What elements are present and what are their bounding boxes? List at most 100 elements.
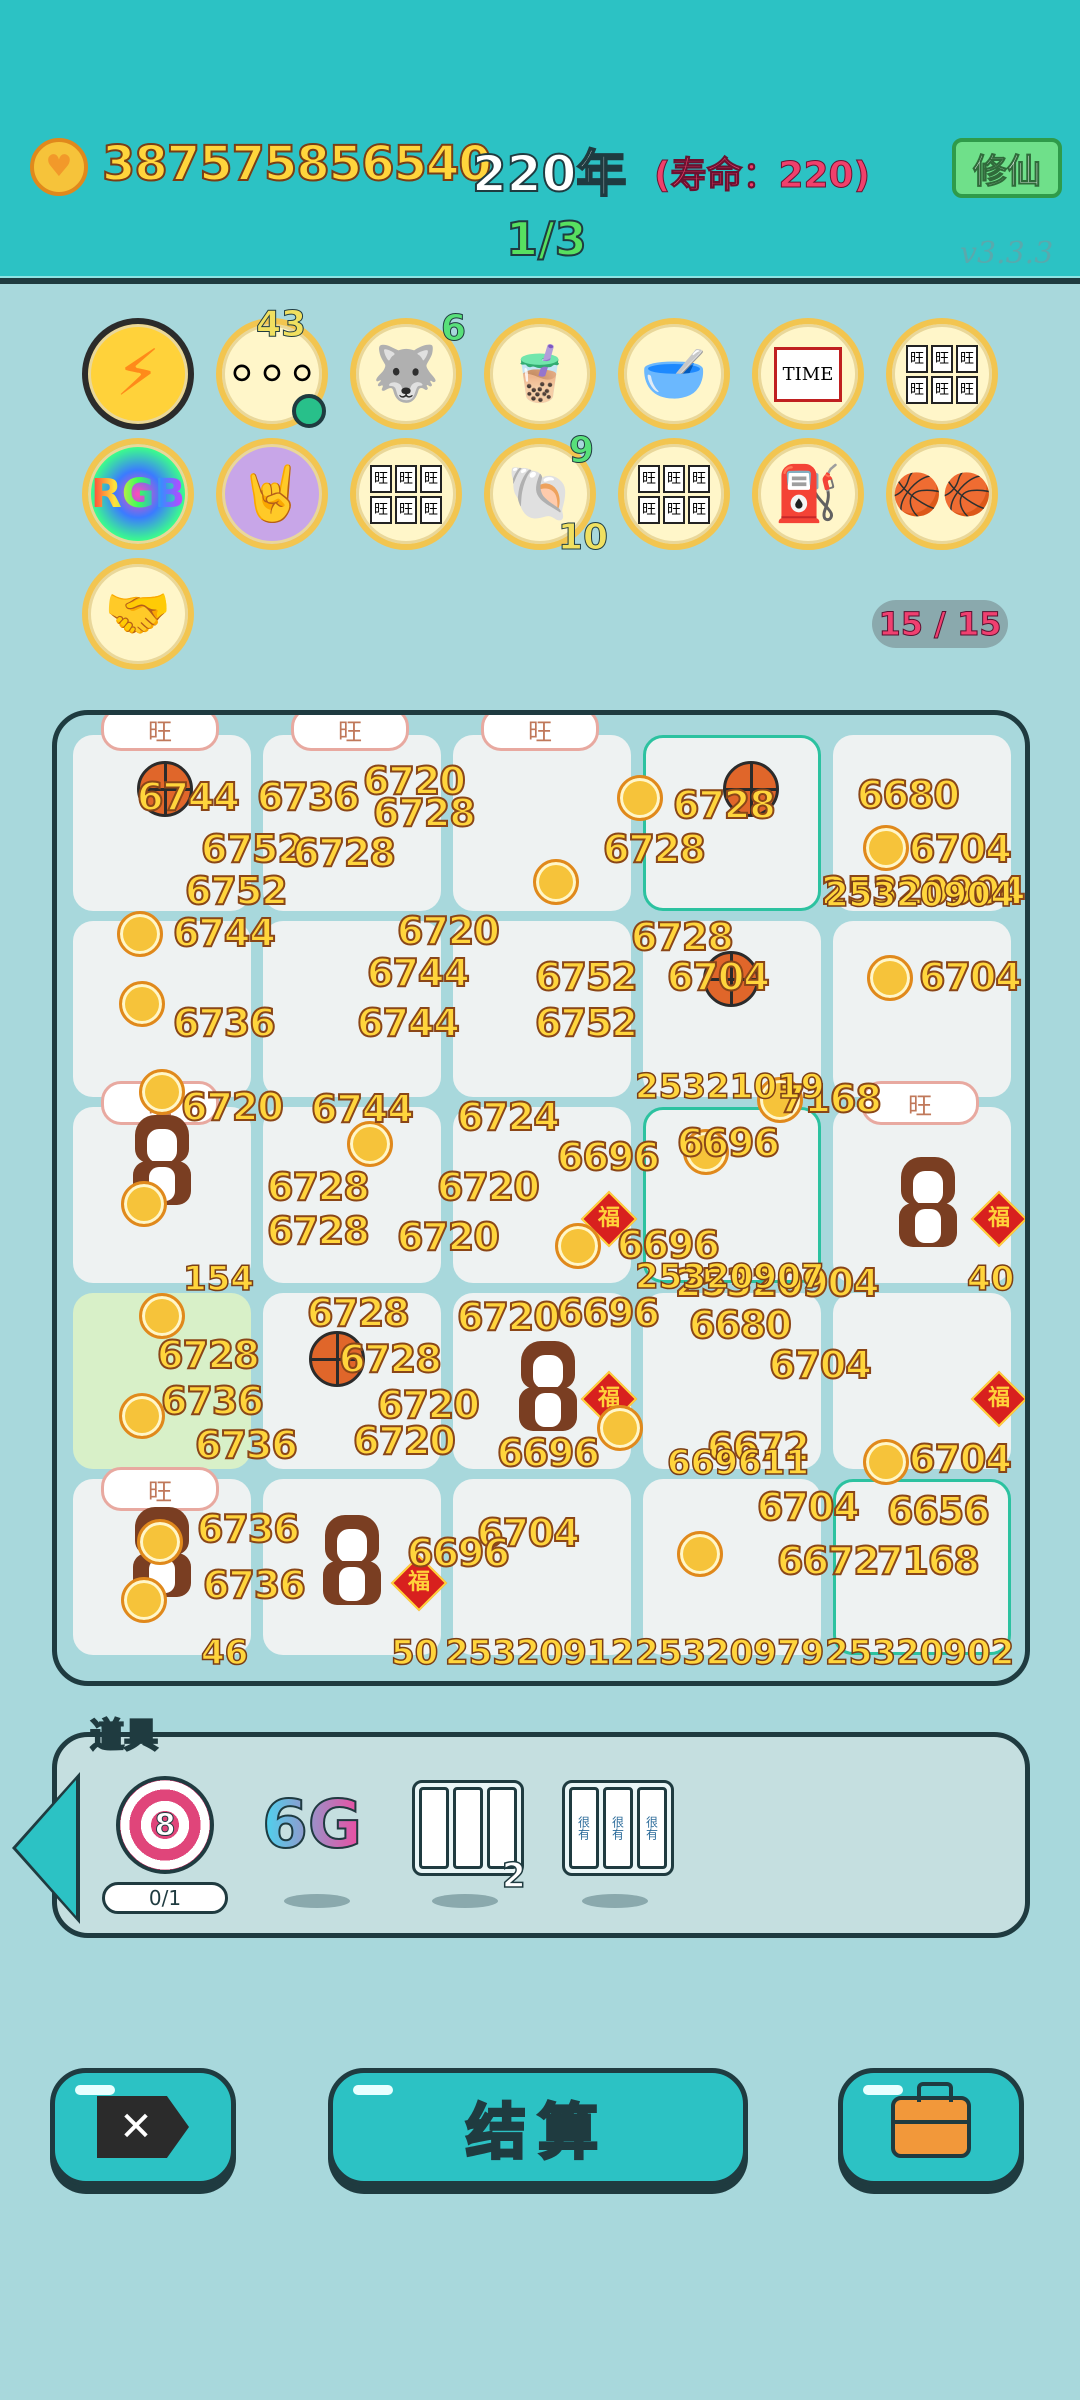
coin-icon: ♥: [30, 138, 88, 196]
floating-number: 6696: [496, 1430, 601, 1476]
target-icon[interactable]: 8: [116, 1776, 214, 1874]
skill-badge: 43: [255, 304, 307, 346]
husky-character[interactable]: [317, 1515, 387, 1605]
rgb-icon[interactable]: RGB: [82, 438, 194, 550]
briefcase-icon: [891, 2082, 971, 2158]
cell-value: 25320912: [444, 1632, 635, 1674]
floating-number: 6704: [768, 1342, 873, 1388]
skill-badge-secondary: 10: [557, 517, 608, 559]
floating-number: 6744: [136, 774, 241, 820]
floating-number: 6736: [202, 1562, 307, 1608]
floating-number: 6672: [776, 1538, 881, 1584]
floating-number: 6728: [266, 1164, 371, 1210]
floating-coin-icon: [677, 1531, 723, 1577]
card: 很有: [569, 1787, 599, 1869]
mahjong-wang-icon[interactable]: 旺旺旺旺旺旺: [618, 438, 730, 550]
floating-number: 6696: [676, 1120, 781, 1166]
bag-button[interactable]: [838, 2068, 1024, 2186]
version-label: v3.3.3: [960, 236, 1054, 271]
cell-value: 669611: [666, 1442, 809, 1484]
speech-bubble: 旺: [291, 715, 409, 751]
air-pump-icon[interactable]: ⛽: [752, 438, 864, 550]
floating-number: 6728: [266, 1208, 371, 1254]
mahjong-wang-icon[interactable]: 旺旺旺旺旺旺: [886, 318, 998, 430]
speech-bubble: 旺: [101, 715, 219, 751]
floating-number: 6728: [156, 1332, 261, 1378]
card: [453, 1787, 483, 1869]
floating-coin-icon: [119, 1393, 165, 1439]
floating-number: 6736: [160, 1378, 265, 1424]
floating-number: 6720: [396, 1214, 501, 1260]
dog-bowl-icon[interactable]: 🥣: [618, 318, 730, 430]
floating-coin-icon: [867, 955, 913, 1001]
skill-counter: 15 / 15: [872, 600, 1008, 648]
skill-badge: 9: [568, 430, 594, 472]
cell-value: 25320902: [824, 1632, 1015, 1674]
mahjong-wang-icon[interactable]: 旺旺旺旺旺旺: [350, 438, 462, 550]
header-divider: [0, 276, 1080, 278]
written-cards-item[interactable]: 很有 很有 很有: [562, 1780, 674, 1876]
lifespan-label: (寿命：220): [653, 155, 871, 197]
floating-number: 6744: [356, 1000, 461, 1046]
floating-number: 6752: [534, 1000, 639, 1046]
floating-number: 6720: [436, 1164, 541, 1210]
settle-button[interactable]: 结算: [328, 2068, 748, 2186]
floating-number: 6720: [456, 1294, 561, 1340]
floating-coin-icon: [119, 981, 165, 1027]
items-title: 道具: [89, 1715, 159, 1757]
floating-number: 6656: [886, 1488, 991, 1534]
floating-coin-icon: [533, 859, 579, 905]
floating-number: 6736: [172, 1000, 277, 1046]
husky-sunglasses-icon[interactable]: 🐺 6: [350, 308, 467, 430]
time-magazine-icon[interactable]: TIME: [752, 318, 864, 430]
floating-number: 6736: [194, 1422, 299, 1468]
coin-balance: 387575856540: [101, 135, 493, 193]
floating-number: 6696: [556, 1134, 661, 1180]
bubble-tea-icon[interactable]: 🧋: [484, 318, 596, 430]
floating-number: 6752: [184, 868, 289, 914]
floating-number: 6728: [372, 790, 477, 836]
xiuxian-button[interactable]: 修仙: [952, 138, 1062, 198]
husky-character[interactable]: [893, 1157, 963, 1247]
rock-hand-icon[interactable]: 🤘: [216, 438, 328, 550]
floating-number: 6728: [630, 914, 735, 960]
egg-tray-icon[interactable]: ⚪⚪⚪ 43: [216, 304, 328, 430]
close-icon: ✕: [97, 2096, 189, 2158]
cell-value: 154: [182, 1258, 254, 1300]
settle-label: 结算: [465, 2096, 610, 2169]
game-board[interactable]: 旺 旺 旺 旺 旺 旺 福 福 福 福 福 6744 6736 6720 672…: [52, 710, 1030, 1686]
floating-coin-icon: [121, 1181, 167, 1227]
floating-number: 6752: [200, 826, 305, 872]
cell-value: 25320979: [634, 1632, 825, 1674]
quit-button[interactable]: ✕: [50, 2068, 236, 2186]
card-count: 2: [501, 1855, 526, 1897]
card: 很有: [603, 1787, 633, 1869]
floating-number: 6680: [688, 1302, 793, 1348]
cell-value: 50: [390, 1632, 439, 1674]
seashell-icon[interactable]: 🐚 9 10: [484, 430, 609, 559]
husky-character[interactable]: [513, 1341, 583, 1431]
floating-number: 6704: [918, 954, 1023, 1000]
floating-coin-icon: [121, 1577, 167, 1623]
speech-bubble: 旺: [481, 715, 599, 751]
lightning-icon[interactable]: ⚡: [82, 318, 194, 430]
floating-number: 6704: [756, 1484, 861, 1530]
target-count: 0/1: [102, 1882, 228, 1914]
floating-coin-icon: [139, 1069, 185, 1115]
floating-coin-icon: [863, 1439, 909, 1485]
6g-item[interactable]: 6G: [261, 1785, 363, 1864]
handshake-icon[interactable]: 🤝: [82, 558, 194, 670]
floating-number: 6704: [666, 954, 771, 1000]
basketballs-icon[interactable]: 🏀🏀: [886, 438, 998, 550]
prev-arrow-icon[interactable]: [16, 1780, 76, 1916]
floating-coin-icon: [117, 911, 163, 957]
floating-number: 6736: [196, 1506, 301, 1552]
board-cell[interactable]: [833, 921, 1011, 1097]
skill-badge: 6: [440, 308, 466, 350]
floating-coin-icon: [555, 1223, 601, 1269]
floating-coin-icon: [617, 775, 663, 821]
card: [419, 1787, 449, 1869]
year-counter: 220年: [471, 144, 627, 204]
floating-number: 6704: [908, 1436, 1013, 1482]
floating-number: 7168: [876, 1538, 981, 1584]
